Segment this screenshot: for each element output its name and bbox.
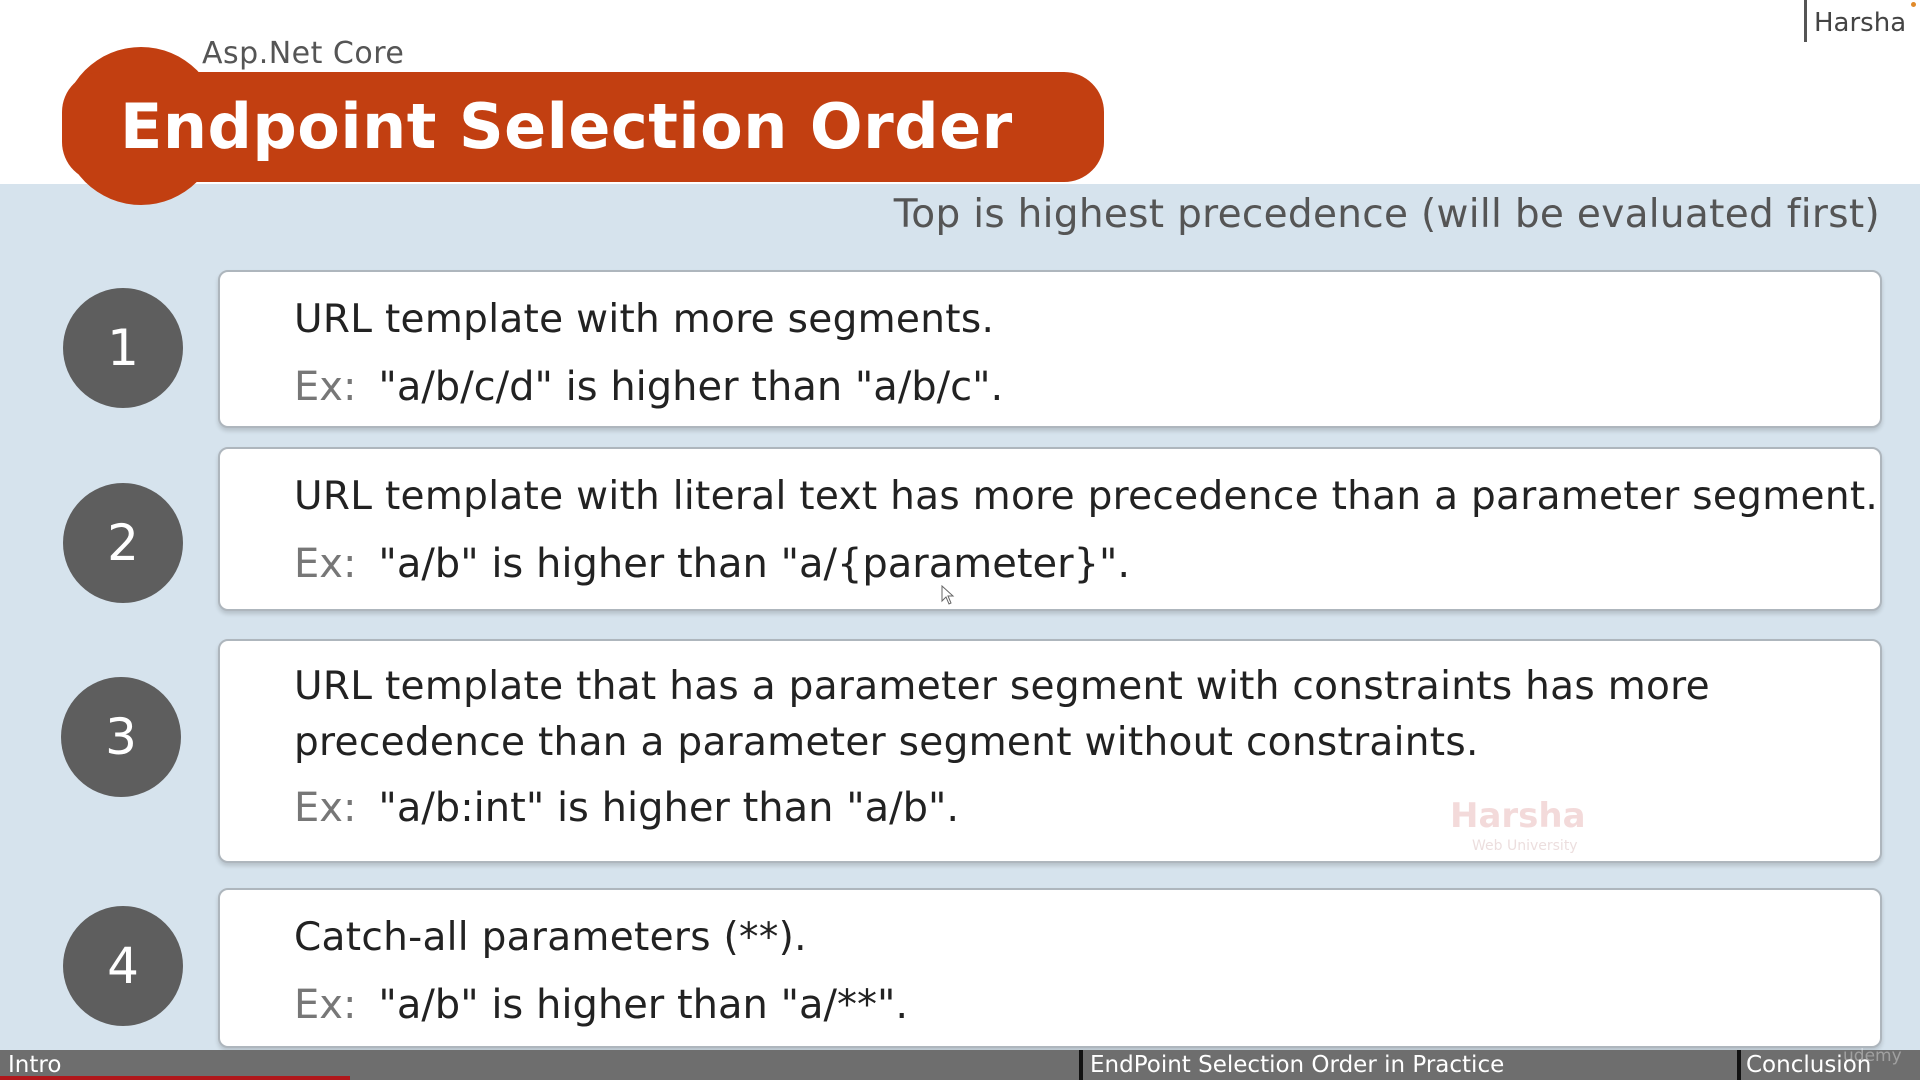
example-text: "a/b" is higher than "a/{parameter}". xyxy=(378,541,1131,587)
rule-number-1: 1 xyxy=(63,288,183,408)
rule-card-2: URL template with literal text has more … xyxy=(218,447,1882,611)
rule-number-2: 2 xyxy=(63,483,183,603)
watermark-logo: Harsha Web University xyxy=(1450,796,1630,856)
rule-card-4: Catch-all parameters (**). Ex: "a/b" is h… xyxy=(218,888,1882,1048)
rule-description: Catch-all parameters (**). xyxy=(294,915,807,960)
rule-example: Ex: "a/b" is higher than "a/**". xyxy=(294,982,908,1028)
rule-example: Ex: "a/b" is higher than "a/{parameter}". xyxy=(294,541,1130,587)
rule-description-line2: precedence than a parameter segment with… xyxy=(294,720,1479,765)
author-name: Harsha xyxy=(1814,8,1907,38)
slide-title: Endpoint Selection Order xyxy=(120,90,1013,163)
rule-example: Ex: "a/b/c/d" is higher than "a/b/c". xyxy=(294,364,1003,410)
example-label: Ex: xyxy=(294,785,357,831)
author-divider xyxy=(1804,0,1807,42)
mouse-cursor-icon xyxy=(941,585,955,605)
rule-description: URL template with more segments. xyxy=(294,297,995,342)
example-text: "a/b/c/d" is higher than "a/b/c". xyxy=(378,364,1004,410)
rule-example: Ex: "a/b:int" is higher than "a/b". xyxy=(294,785,959,831)
example-label: Ex: xyxy=(294,541,357,587)
example-label: Ex: xyxy=(294,982,357,1028)
course-label: Asp.Net Core xyxy=(202,36,405,71)
rule-card-3: URL template that has a parameter segmen… xyxy=(218,639,1882,863)
rule-description: URL template with literal text has more … xyxy=(294,474,1879,519)
chapter-divider xyxy=(1079,1050,1083,1080)
example-text: "a/b" is higher than "a/**". xyxy=(378,982,909,1028)
rule-card-1: URL template with more segments. Ex: "a/b… xyxy=(218,270,1882,428)
rule-description-line1: URL template that has a parameter segmen… xyxy=(294,664,1710,709)
example-text: "a/b:int" is higher than "a/b". xyxy=(378,785,960,831)
udemy-watermark: udemy xyxy=(1843,1046,1902,1066)
chapter-divider xyxy=(1737,1050,1741,1080)
example-label: Ex: xyxy=(294,364,357,410)
watermark-subtitle: Web University xyxy=(1472,838,1578,854)
playback-progress-bar[interactable] xyxy=(0,1076,350,1080)
slide-subtitle: Top is highest precedence (will be evalu… xyxy=(893,192,1880,237)
rule-number-3: 3 xyxy=(61,677,181,797)
chapter-endpoint-practice[interactable]: EndPoint Selection Order in Practice xyxy=(1090,1050,1504,1080)
corner-dot xyxy=(1911,2,1916,7)
rule-number-4: 4 xyxy=(63,906,183,1026)
watermark-name: Harsha xyxy=(1450,796,1586,836)
